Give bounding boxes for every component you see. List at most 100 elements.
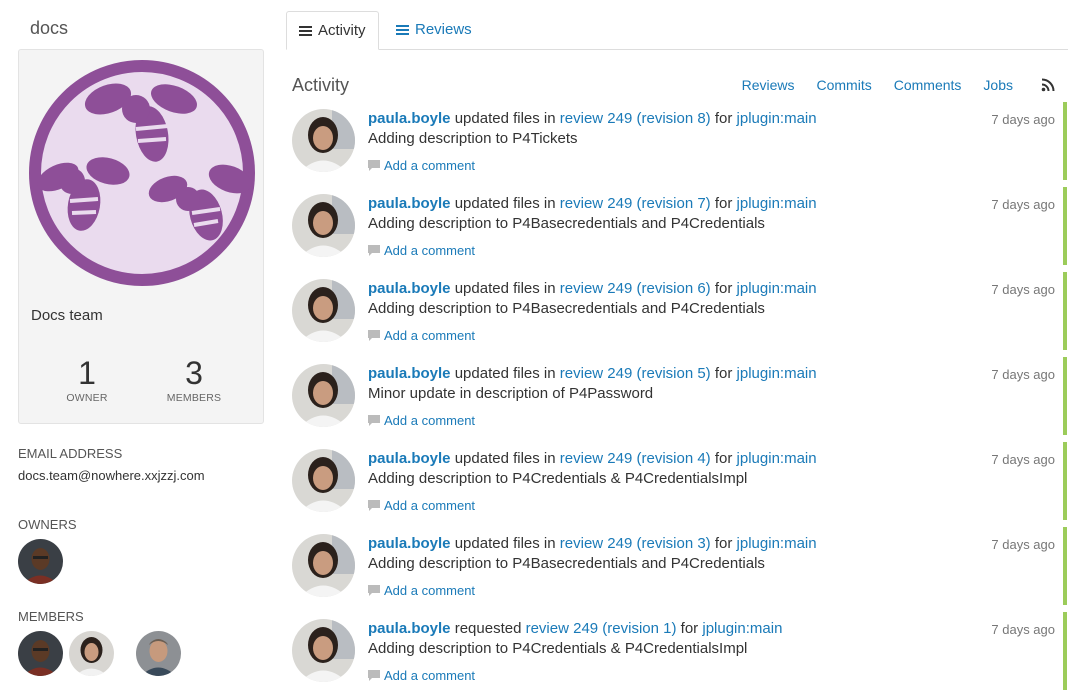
project-link[interactable]: jplugin:main	[702, 620, 782, 637]
group-avatar	[29, 60, 255, 286]
activity-summary: paula.boyle updated files in review 249 …	[368, 450, 817, 467]
review-link[interactable]: review 249 (revision 6)	[560, 280, 711, 297]
activity-title: Activity	[292, 75, 350, 95]
member-label: MEMBERS	[166, 392, 222, 404]
review-link[interactable]: review 249 (revision 5)	[560, 365, 711, 382]
group-card: Docs team 1 OWNER 3 MEMBERS	[18, 49, 264, 424]
owners-heading: OWNERS	[18, 517, 77, 532]
filter-jobs[interactable]: Jobs	[983, 77, 1013, 93]
add-comment-label: Add a comment	[384, 328, 476, 343]
comment-bubble-icon	[368, 160, 380, 171]
activity-time: 7 days ago	[991, 452, 1055, 467]
user-avatar[interactable]	[292, 109, 355, 172]
add-comment-label: Add a comment	[384, 498, 476, 513]
user-avatar[interactable]	[292, 534, 355, 597]
owner-avatar[interactable]	[18, 539, 63, 584]
user-link[interactable]: paula.boyle	[368, 280, 451, 297]
add-comment-label: Add a comment	[384, 668, 476, 683]
group-name: Docs team	[31, 307, 103, 324]
member-avatar[interactable]	[136, 631, 181, 676]
review-link[interactable]: review 249 (revision 3)	[560, 535, 711, 552]
project-link[interactable]: jplugin:main	[737, 195, 817, 212]
activity-item: paula.boyle updated files in review 249 …	[292, 527, 1067, 607]
email-heading: EMAIL ADDRESS	[18, 446, 123, 461]
activity-item: paula.boyle requested review 249 (revisi…	[292, 612, 1067, 692]
review-link[interactable]: review 249 (revision 8)	[560, 110, 711, 127]
tab-bar: Activity Reviews	[286, 11, 1068, 50]
activity-filters: Reviews Commits Comments Jobs	[742, 77, 1055, 93]
activity-for: for	[714, 365, 733, 382]
status-bar	[1063, 612, 1067, 690]
activity-action: requested	[454, 620, 522, 637]
user-link[interactable]: paula.boyle	[368, 450, 451, 467]
project-link[interactable]: jplugin:main	[737, 280, 817, 297]
add-comment-link[interactable]: Add a comment	[368, 413, 475, 428]
activity-action: updated files in	[454, 365, 556, 382]
member-count-stat: 3 MEMBERS	[139, 354, 249, 404]
activity-action: updated files in	[454, 195, 556, 212]
user-link[interactable]: paula.boyle	[368, 620, 451, 637]
review-link[interactable]: review 249 (revision 1)	[526, 620, 677, 637]
comment-bubble-icon	[368, 585, 380, 596]
activity-time: 7 days ago	[991, 112, 1055, 127]
add-comment-link[interactable]: Add a comment	[368, 668, 475, 683]
activity-description: Minor update in description of P4Passwor…	[368, 385, 654, 402]
owner-count-stat: 1 OWNER	[32, 354, 142, 404]
filter-commits[interactable]: Commits	[817, 77, 872, 93]
activity-item: paula.boyle updated files in review 249 …	[292, 187, 1067, 267]
project-link[interactable]: jplugin:main	[737, 450, 817, 467]
project-link[interactable]: jplugin:main	[737, 365, 817, 382]
status-bar	[1063, 357, 1067, 435]
activity-description: Adding description to P4Credentials & P4…	[368, 470, 748, 487]
user-avatar[interactable]	[292, 449, 355, 512]
project-link[interactable]: jplugin:main	[737, 110, 817, 127]
status-bar	[1063, 187, 1067, 265]
activity-summary: paula.boyle updated files in review 249 …	[368, 110, 817, 127]
user-link[interactable]: paula.boyle	[368, 365, 451, 382]
activity-description: Adding description to P4Basecredentials …	[368, 300, 765, 317]
activity-summary: paula.boyle updated files in review 249 …	[368, 535, 817, 552]
member-avatar[interactable]	[18, 631, 63, 676]
member-avatar[interactable]	[69, 631, 114, 676]
add-comment-link[interactable]: Add a comment	[368, 328, 475, 343]
comment-bubble-icon	[368, 415, 380, 426]
tab-reviews[interactable]: Reviews	[384, 11, 484, 48]
user-link[interactable]: paula.boyle	[368, 535, 451, 552]
comment-bubble-icon	[368, 670, 380, 681]
activity-summary: paula.boyle updated files in review 249 …	[368, 365, 817, 382]
user-avatar[interactable]	[292, 194, 355, 257]
activity-description: Adding description to P4Basecredentials …	[368, 555, 765, 572]
list-icon	[299, 25, 312, 36]
review-link[interactable]: review 249 (revision 4)	[560, 450, 711, 467]
tab-reviews-label: Reviews	[415, 21, 472, 38]
filter-comments[interactable]: Comments	[894, 77, 962, 93]
email-address: docs.team@nowhere.xxjzzj.com	[18, 468, 205, 483]
activity-item: paula.boyle updated files in review 249 …	[292, 102, 1067, 182]
project-link[interactable]: jplugin:main	[737, 535, 817, 552]
add-comment-label: Add a comment	[384, 413, 476, 428]
add-comment-link[interactable]: Add a comment	[368, 498, 475, 513]
activity-for: for	[714, 535, 733, 552]
activity-time: 7 days ago	[991, 622, 1055, 637]
user-avatar[interactable]	[292, 364, 355, 427]
add-comment-label: Add a comment	[384, 583, 476, 598]
activity-description: Adding description to P4Credentials & P4…	[368, 640, 748, 657]
filter-reviews[interactable]: Reviews	[742, 77, 795, 93]
user-avatar[interactable]	[292, 279, 355, 342]
activity-summary: paula.boyle requested review 249 (revisi…	[368, 620, 782, 637]
tab-activity[interactable]: Activity	[286, 11, 379, 50]
list-icon	[396, 24, 409, 35]
user-avatar[interactable]	[292, 619, 355, 682]
activity-description: Adding description to P4Basecredentials …	[368, 215, 765, 232]
add-comment-link[interactable]: Add a comment	[368, 243, 475, 258]
activity-for: for	[714, 195, 733, 212]
user-link[interactable]: paula.boyle	[368, 110, 451, 127]
add-comment-link[interactable]: Add a comment	[368, 158, 475, 173]
user-link[interactable]: paula.boyle	[368, 195, 451, 212]
activity-time: 7 days ago	[991, 282, 1055, 297]
review-link[interactable]: review 249 (revision 7)	[560, 195, 711, 212]
rss-icon[interactable]	[1041, 78, 1055, 92]
add-comment-link[interactable]: Add a comment	[368, 583, 475, 598]
activity-summary: paula.boyle updated files in review 249 …	[368, 195, 817, 212]
member-count: 3	[185, 355, 203, 391]
